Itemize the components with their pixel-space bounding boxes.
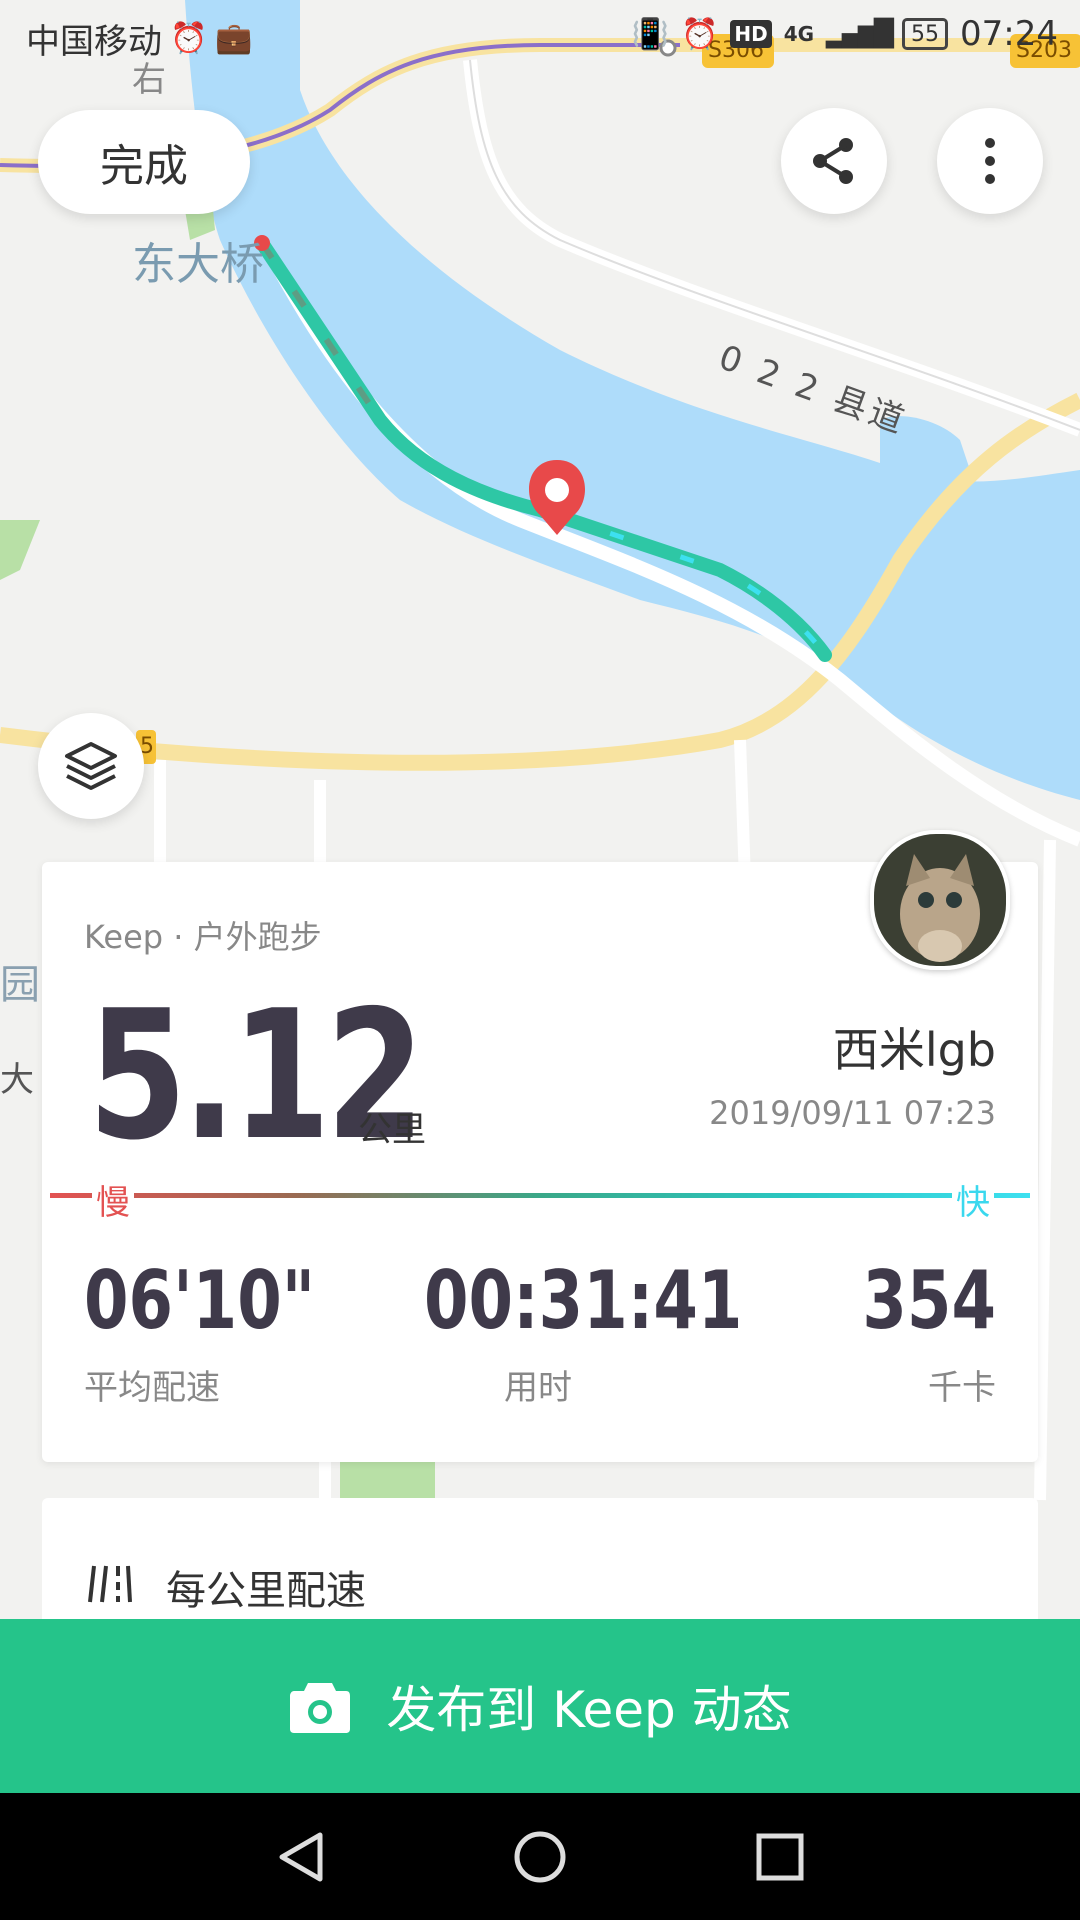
alarm-icon: ⏰ (170, 21, 208, 56)
splits-title: 每公里配速 (166, 1568, 366, 1614)
vibrate-icon: 📳 (631, 16, 669, 52)
home-circle-icon (514, 1831, 566, 1883)
map-label-left-mid: 园 (0, 962, 40, 1008)
more-options-button[interactable] (937, 108, 1043, 214)
share-button[interactable] (781, 108, 887, 214)
calories-value: 354 (862, 1254, 996, 1347)
recents-button[interactable] (740, 1817, 820, 1897)
activity-datetime: 2019/09/11 07:23 (709, 1094, 996, 1132)
home-button[interactable] (500, 1817, 580, 1897)
more-vertical-icon (985, 138, 995, 184)
clock: 07:24 (960, 14, 1058, 54)
carrier-label: 中国移动 (26, 22, 162, 62)
pace-splits-icon (88, 1565, 132, 1603)
publish-button[interactable]: 发布到 Keep 动态 (0, 1619, 1080, 1793)
publish-label: 发布到 Keep 动态 (386, 1681, 792, 1739)
done-button[interactable]: 完成 (38, 110, 250, 214)
share-icon (813, 138, 853, 184)
username: 西米lgb (832, 1023, 996, 1077)
camera-icon (290, 1683, 351, 1733)
duration-label: 用时 (504, 1368, 572, 1408)
distance-unit: 公里 (358, 1110, 426, 1150)
hd-badge: HD (730, 20, 772, 48)
avg-pace-value: 06'10" (84, 1254, 316, 1347)
map-label-left-low: 大 (0, 1060, 34, 1100)
pace-gradient-bar (50, 1193, 1030, 1198)
back-triangle-icon (279, 1832, 323, 1882)
alarm-status-icon: ⏰ (680, 16, 719, 52)
avatar[interactable] (870, 830, 1010, 970)
back-button[interactable] (260, 1817, 340, 1897)
network-label: 4G (783, 22, 815, 46)
map-label-bridge: 东大桥 (132, 239, 264, 290)
calories-label: 千卡 (928, 1368, 996, 1408)
pace-slow-label: 慢 (92, 1175, 134, 1224)
signal-icon: ▂▄▆█ (826, 19, 894, 49)
map-layers-button[interactable] (38, 713, 144, 819)
done-button-label: 完成 (100, 141, 188, 192)
duration-value: 00:31:41 (424, 1254, 743, 1347)
activity-source: Keep · 户外跑步 (84, 918, 322, 956)
briefcase-icon: 💼 (215, 21, 253, 56)
layers-icon (65, 742, 117, 790)
system-nav-bar (0, 1793, 1080, 1920)
battery-indicator: 55 (902, 18, 949, 50)
splits-card[interactable]: 每公里配速 (42, 1498, 1038, 1638)
avatar-cat-image (874, 834, 1006, 966)
pace-fast-label: 快 (952, 1175, 994, 1224)
avg-pace-label: 平均配速 (84, 1368, 220, 1408)
status-bar: 中国移动 ⏰ 💼 📳 ⏰ HD 4G ▂▄▆█ 55 07:24 (0, 0, 1080, 72)
recents-square-icon (756, 1833, 804, 1881)
battery-level: 55 (911, 21, 940, 47)
